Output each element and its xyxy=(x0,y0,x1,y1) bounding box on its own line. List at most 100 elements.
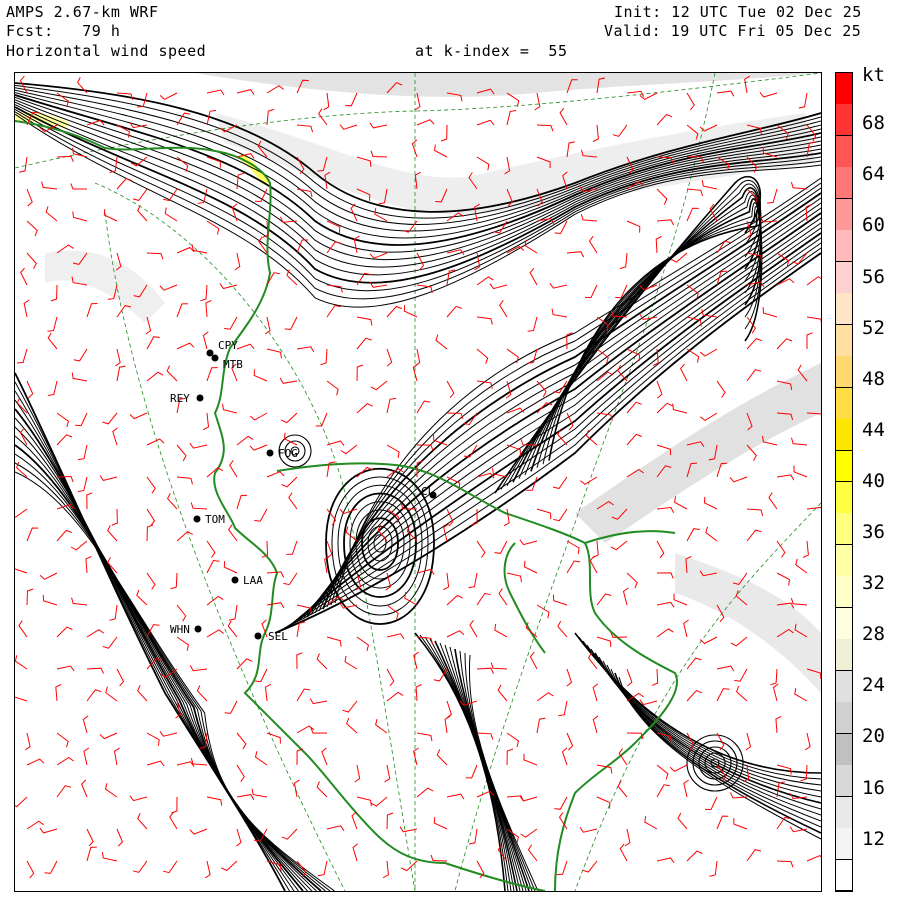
station-label-whn: WHN xyxy=(170,623,190,636)
wind-barb xyxy=(790,597,808,606)
wind-barb xyxy=(56,626,73,638)
wind-barb xyxy=(446,305,462,318)
colorbar-segment xyxy=(836,450,852,483)
wind-barb xyxy=(703,496,718,510)
wind-barb xyxy=(588,236,598,254)
wind-barb xyxy=(386,691,404,702)
wind-barb xyxy=(137,812,148,830)
wind-barb xyxy=(26,220,38,237)
wind-barb xyxy=(762,307,778,318)
wind-barb xyxy=(326,380,339,396)
wind-barb xyxy=(556,860,568,876)
wind-barb xyxy=(296,652,303,670)
wind-barb xyxy=(228,524,238,542)
wind-barb xyxy=(18,620,28,638)
wind-barb xyxy=(71,372,88,382)
wind-barb xyxy=(686,850,703,862)
wind-barb xyxy=(656,506,675,514)
wind-barb xyxy=(369,252,388,259)
station-dot xyxy=(196,394,204,402)
wind-barb xyxy=(86,303,98,318)
wind-barb xyxy=(416,787,434,798)
wind-barb xyxy=(176,303,188,318)
wind-barb xyxy=(47,332,58,350)
wind-barb xyxy=(699,636,718,645)
station-dot xyxy=(211,354,219,362)
station-label-laa: LAA xyxy=(243,574,263,587)
wind-barb xyxy=(86,828,94,847)
wind-barb xyxy=(45,206,58,222)
wind-barb xyxy=(416,732,433,742)
forecast-hour: Fcst: 79 h xyxy=(6,22,121,40)
wind-barb xyxy=(344,655,358,670)
wind-barb xyxy=(26,758,45,766)
wind-barb xyxy=(476,540,486,558)
wind-barb xyxy=(279,377,298,384)
wind-barb xyxy=(776,338,793,350)
colorbar-segment xyxy=(836,576,852,609)
station-label-cpy: CPY xyxy=(218,339,238,352)
wind-barb xyxy=(746,529,762,542)
colorbar-segment xyxy=(836,796,852,829)
wind-barb xyxy=(176,761,195,767)
wind-barb xyxy=(44,860,58,874)
wind-barb xyxy=(709,860,718,877)
wind-barb xyxy=(656,380,663,399)
wind-barb xyxy=(386,812,394,830)
wind-barb xyxy=(686,657,702,670)
colorbar-segment xyxy=(836,544,852,577)
wind-barb xyxy=(580,213,598,222)
wind-barb xyxy=(356,403,373,414)
wind-barb xyxy=(345,92,358,107)
colorbar-segment xyxy=(836,73,852,105)
wind-barb xyxy=(309,698,328,705)
colorbar-tick-label: 24 xyxy=(862,674,885,696)
isotach-line xyxy=(414,632,506,891)
wind-barb xyxy=(806,332,813,349)
wind-barb xyxy=(610,540,628,551)
wind-barb xyxy=(413,651,420,670)
wind-barb xyxy=(206,629,225,638)
wind-speed-map[interactable]: CPY MTB REY FOG CL TOM LAA WHN SEL xyxy=(14,72,822,892)
wind-barb xyxy=(85,555,92,574)
wind-barb xyxy=(86,846,97,862)
isotach-line xyxy=(459,650,533,891)
wind-barb xyxy=(476,119,495,126)
wind-barb xyxy=(730,636,748,647)
wind-barb xyxy=(39,572,58,580)
wind-barb xyxy=(231,203,238,222)
wind-barb xyxy=(619,252,628,270)
wind-barb xyxy=(617,780,628,798)
wind-barb xyxy=(249,444,268,451)
wind-barb xyxy=(626,668,633,687)
wind-barb xyxy=(446,594,463,606)
wind-barb xyxy=(476,316,493,325)
wind-barb xyxy=(680,363,688,382)
wind-barb xyxy=(190,757,208,766)
wind-barb xyxy=(266,602,285,609)
wind-barb xyxy=(802,540,809,559)
wind-barb xyxy=(534,92,541,111)
wind-barb xyxy=(806,316,821,323)
wind-barb xyxy=(223,561,238,574)
wind-barb xyxy=(17,348,28,364)
wind-barb xyxy=(202,331,209,350)
wind-barb xyxy=(554,796,568,810)
colorbar-tick-label: 60 xyxy=(862,214,885,236)
wind-barb xyxy=(206,559,220,574)
wind-barb xyxy=(15,696,28,702)
wind-barb xyxy=(190,502,208,510)
wind-barb xyxy=(592,124,599,143)
colorbar-segment xyxy=(836,513,852,546)
wind-barb xyxy=(655,236,662,254)
wind-barb xyxy=(733,818,748,830)
wind-barb xyxy=(56,665,75,672)
wind-barb xyxy=(56,756,74,766)
wind-barb xyxy=(77,476,88,492)
wind-barb xyxy=(316,653,328,670)
wind-barb xyxy=(249,412,268,421)
wind-barb xyxy=(561,747,568,766)
wind-barb xyxy=(129,412,148,420)
wind-barb xyxy=(50,284,58,302)
wind-barb xyxy=(229,460,238,478)
